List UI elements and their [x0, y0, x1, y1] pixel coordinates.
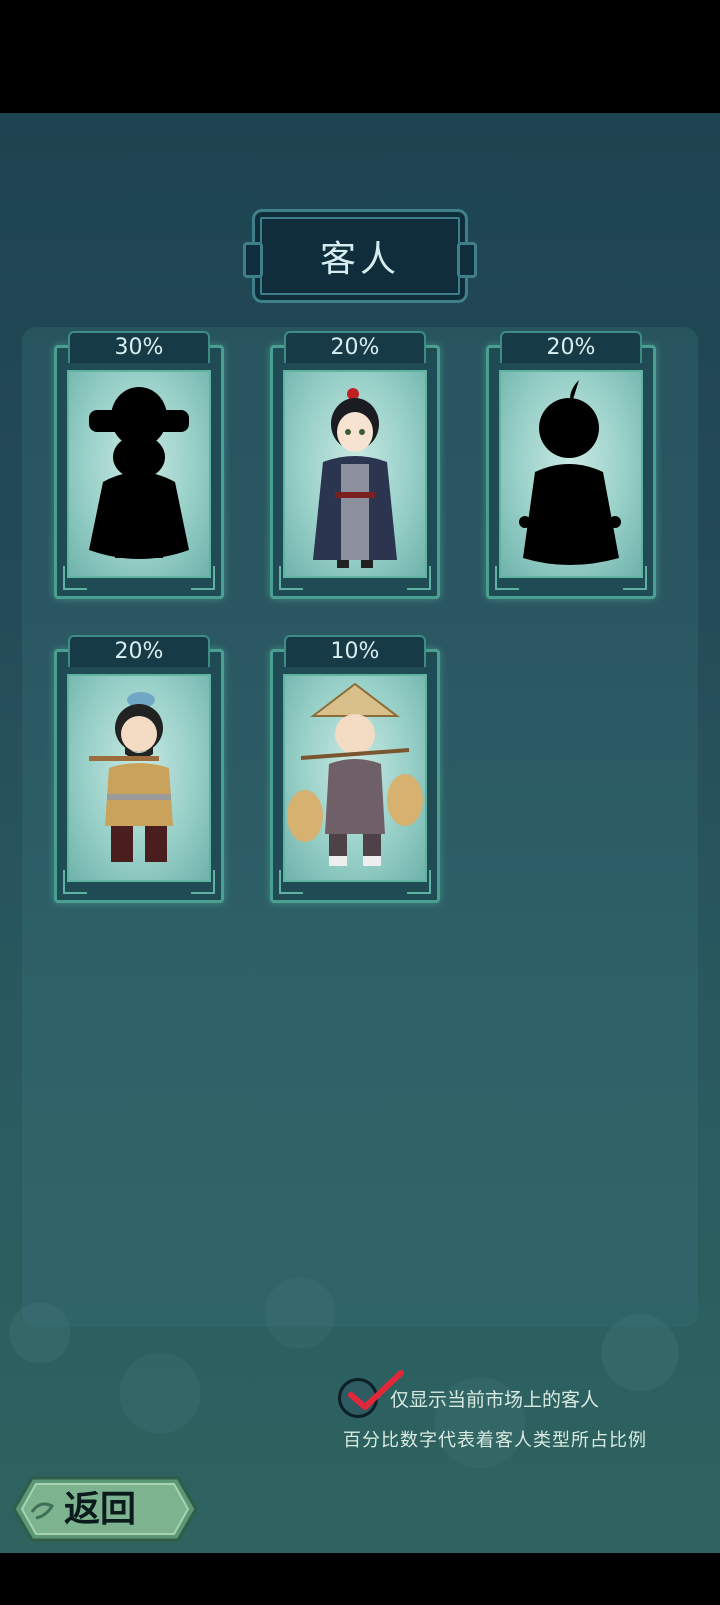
market-filter[interactable]: 仅显示当前市场上的客人	[338, 1370, 600, 1421]
porter-character	[287, 682, 423, 866]
card-percent: 20%	[500, 331, 642, 363]
back-button[interactable]: 返回	[10, 1474, 200, 1544]
customer-card[interactable]: 20%	[54, 635, 224, 903]
card-frame	[54, 649, 224, 903]
back-button-label: 返回	[64, 1488, 137, 1530]
game-screen: 客人 30% 20% 20% 20% 10% 仅显示当前市场上的客人 百分比数字…	[0, 113, 720, 1553]
card-frame	[270, 345, 440, 599]
filter-checkbox[interactable]	[338, 1370, 404, 1418]
locked-silhouette-official	[89, 387, 189, 559]
customer-card[interactable]: 20%	[270, 331, 440, 599]
customer-card[interactable]: 20%	[486, 331, 656, 599]
card-percent: 30%	[68, 331, 210, 363]
card-portrait	[283, 674, 427, 882]
card-portrait	[67, 674, 211, 882]
woodcutter-character	[89, 692, 173, 862]
card-percent: 20%	[284, 331, 426, 363]
card-portrait	[283, 370, 427, 578]
locked-silhouette-figure	[519, 380, 621, 565]
card-frame	[270, 649, 440, 903]
swordsman-character	[313, 388, 397, 568]
card-frame	[486, 345, 656, 599]
customer-card[interactable]: 10%	[270, 635, 440, 903]
filter-label: 仅显示当前市场上的客人	[390, 1388, 600, 1411]
card-percent: 20%	[68, 635, 210, 667]
customer-panel: 30% 20% 20% 20% 10%	[22, 327, 698, 1327]
card-frame	[54, 345, 224, 599]
card-portrait	[67, 370, 211, 578]
card-portrait	[499, 370, 643, 578]
percentage-note: 百分比数字代表着客人类型所占比例	[343, 1430, 647, 1451]
card-percent: 10%	[284, 635, 426, 667]
customer-card[interactable]: 30%	[54, 331, 224, 599]
title-plaque: 客人	[243, 209, 477, 303]
checkmark-icon	[348, 1370, 404, 1410]
page-title: 客人	[319, 239, 400, 280]
